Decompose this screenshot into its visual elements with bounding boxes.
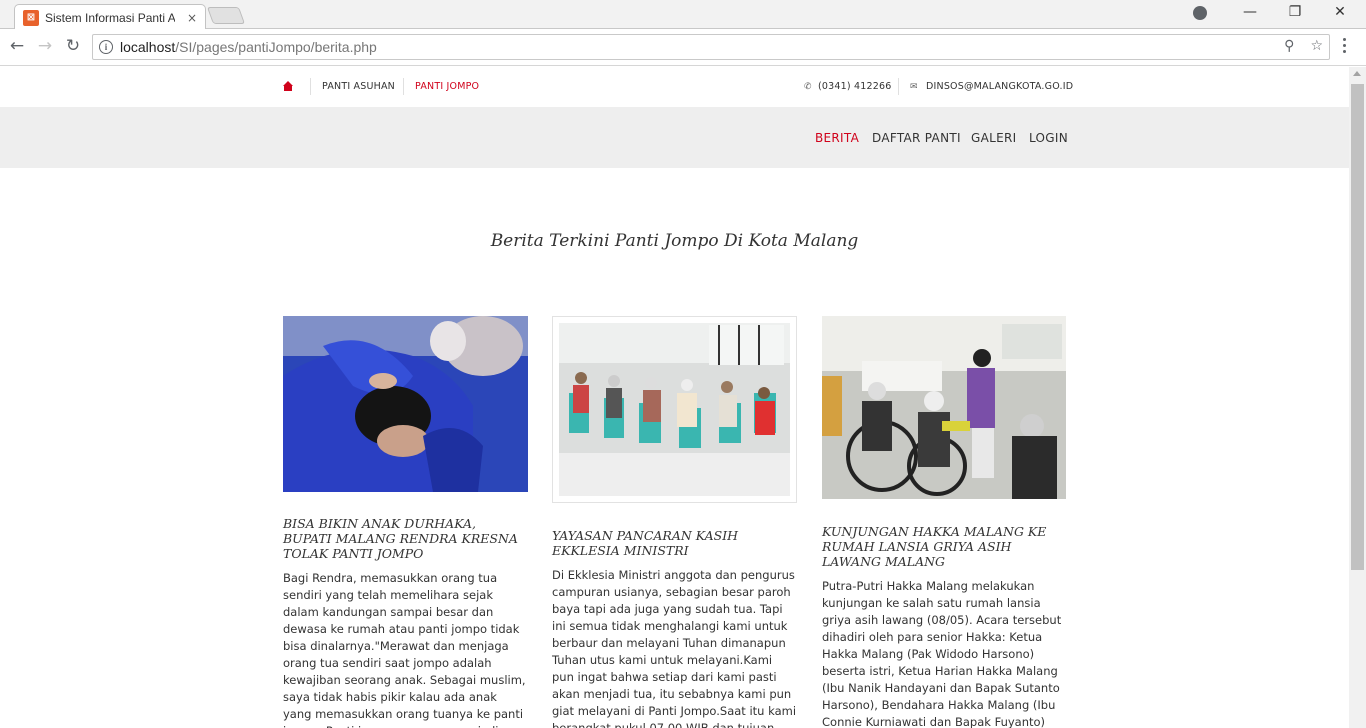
topbar-link-panti-jompo[interactable]: PANTI JOMPO <box>415 81 479 92</box>
contact-email[interactable]: DINSOS@MALANGKOTA.GO.ID <box>926 81 1073 92</box>
news-photo[interactable] <box>552 316 797 503</box>
divider <box>898 78 899 95</box>
divider <box>403 78 404 95</box>
tab-close-icon[interactable]: × <box>187 11 197 25</box>
news-card: YAYASAN PANCARAN KASIH EKKLESIA MINISTRI… <box>552 316 797 728</box>
reload-button[interactable]: ↻ <box>61 36 85 56</box>
scroll-up-arrow-icon[interactable] <box>1353 71 1361 76</box>
restore-button[interactable]: ❐ <box>1273 4 1317 20</box>
news-title[interactable]: KUNJUNGAN HAKKA MALANG KE RUMAH LANSIA G… <box>822 524 1067 569</box>
minimize-button[interactable]: — <box>1228 4 1272 20</box>
nav-item-daftar-panti[interactable]: DAFTAR PANTI <box>872 131 961 145</box>
zoom-search-icon[interactable]: ⚲ <box>1284 38 1294 54</box>
news-excerpt: Bagi Rendra, memasukkan orang tua sendir… <box>283 571 526 728</box>
news-title[interactable]: YAYASAN PANCARAN KASIH EKKLESIA MINISTRI <box>552 528 797 558</box>
close-window-button[interactable]: ✕ <box>1318 4 1362 20</box>
contact-phone: (0341) 412266 <box>818 81 892 92</box>
news-photo[interactable] <box>283 316 528 492</box>
phone-icon: ✆ <box>804 82 812 92</box>
forward-button[interactable]: → <box>33 36 57 56</box>
browser-tab[interactable]: ⊠ Sistem Informasi Panti As × <box>14 4 206 30</box>
browser-toolbar: ← → ↻ i localhost/SI/pages/pantiJompo/be… <box>0 29 1366 66</box>
top-info-bar: PANTI ASUHAN PANTI JOMPO ✆ (0341) 412266… <box>283 77 1073 97</box>
page-viewport: PANTI ASUHAN PANTI JOMPO ✆ (0341) 412266… <box>0 67 1349 728</box>
account-icon[interactable] <box>1193 6 1207 20</box>
back-button[interactable]: ← <box>5 36 29 56</box>
divider <box>310 78 311 95</box>
info-icon[interactable]: i <box>99 40 113 54</box>
nav-item-login[interactable]: LOGIN <box>1029 131 1068 145</box>
news-card: KUNJUNGAN HAKKA MALANG KE RUMAH LANSIA G… <box>822 316 1067 728</box>
home-icon[interactable] <box>283 81 293 91</box>
main-navigation: BERITA DAFTAR PANTI GALERI LOGIN <box>0 107 1349 168</box>
mail-icon: ✉ <box>910 82 918 92</box>
news-excerpt: Di Ekklesia Ministri anggota dan penguru… <box>552 568 797 728</box>
topbar-link-panti-asuhan[interactable]: PANTI ASUHAN <box>322 81 395 92</box>
browser-tab-strip: ⊠ Sistem Informasi Panti As × — ❐ ✕ <box>0 0 1366 30</box>
nav-item-galeri[interactable]: GALERI <box>971 131 1016 145</box>
tab-title: Sistem Informasi Panti As <box>45 10 175 25</box>
nav-item-berita[interactable]: BERITA <box>815 131 859 145</box>
news-title[interactable]: BISA BIKIN ANAK DURHAKA, BUPATI MALANG R… <box>283 516 528 561</box>
news-photo[interactable] <box>822 316 1067 499</box>
browser-menu-icon[interactable] <box>1343 38 1347 56</box>
news-excerpt: Putra-Putri Hakka Malang melakukan kunju… <box>822 579 1062 728</box>
news-card: BISA BIKIN ANAK DURHAKA, BUPATI MALANG R… <box>283 316 528 728</box>
xampp-favicon-icon: ⊠ <box>23 9 39 26</box>
page-scrollbar[interactable] <box>1349 67 1366 728</box>
new-tab-button[interactable] <box>206 7 246 24</box>
url-text[interactable]: localhost/SI/pages/pantiJompo/berita.php <box>120 39 377 55</box>
page-title: Berita Terkini Panti Jompo Di Kota Malan… <box>490 231 859 251</box>
scrollbar-thumb[interactable] <box>1351 84 1364 570</box>
address-bar[interactable]: i localhost/SI/pages/pantiJompo/berita.p… <box>92 34 1330 60</box>
bookmark-star-icon[interactable]: ☆ <box>1310 38 1323 54</box>
